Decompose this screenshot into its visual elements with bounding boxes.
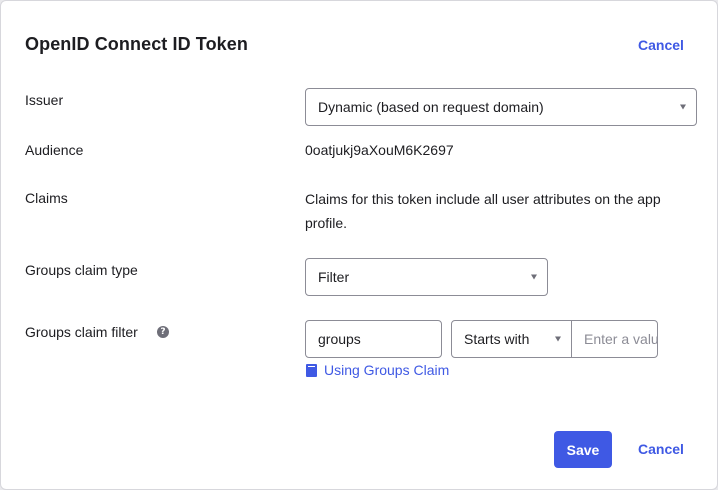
top-cancel-link[interactable]: Cancel (638, 37, 684, 53)
audience-value: 0oatjukj9aXouM6K2697 (305, 142, 454, 158)
groups-claim-operator-select[interactable]: Starts with (451, 320, 572, 358)
groups-claim-value-input[interactable] (571, 320, 658, 358)
using-groups-claim-link[interactable]: Using Groups Claim (306, 362, 449, 378)
book-icon (306, 363, 317, 377)
groups-claim-operator-value: Starts with (464, 331, 530, 347)
groups-claim-name-input[interactable] (305, 320, 442, 358)
groups-claim-filter-label: Groups claim filter (25, 324, 138, 340)
caret-down-icon (680, 104, 686, 110)
help-icon[interactable]: ? (157, 326, 169, 338)
groups-claim-type-select[interactable]: Filter (305, 258, 548, 296)
dialog-panel: OpenID Connect ID Token Cancel Issuer Dy… (0, 0, 718, 490)
issuer-select-value: Dynamic (based on request domain) (318, 99, 544, 115)
groups-claim-type-value: Filter (318, 269, 350, 285)
save-button[interactable]: Save (554, 431, 612, 468)
groups-claim-type-label: Groups claim type (25, 262, 138, 278)
dialog-title: OpenID Connect ID Token (25, 34, 248, 54)
bottom-cancel-link[interactable]: Cancel (638, 441, 684, 457)
caret-down-icon (555, 336, 561, 342)
caret-down-icon (531, 274, 537, 280)
audience-label: Audience (25, 142, 84, 158)
issuer-select[interactable]: Dynamic (based on request domain) (305, 88, 697, 126)
claims-label: Claims (25, 190, 68, 206)
claims-text: Claims for this token include all user a… (305, 191, 661, 231)
using-groups-claim-label: Using Groups Claim (324, 362, 450, 378)
issuer-label: Issuer (25, 92, 64, 108)
